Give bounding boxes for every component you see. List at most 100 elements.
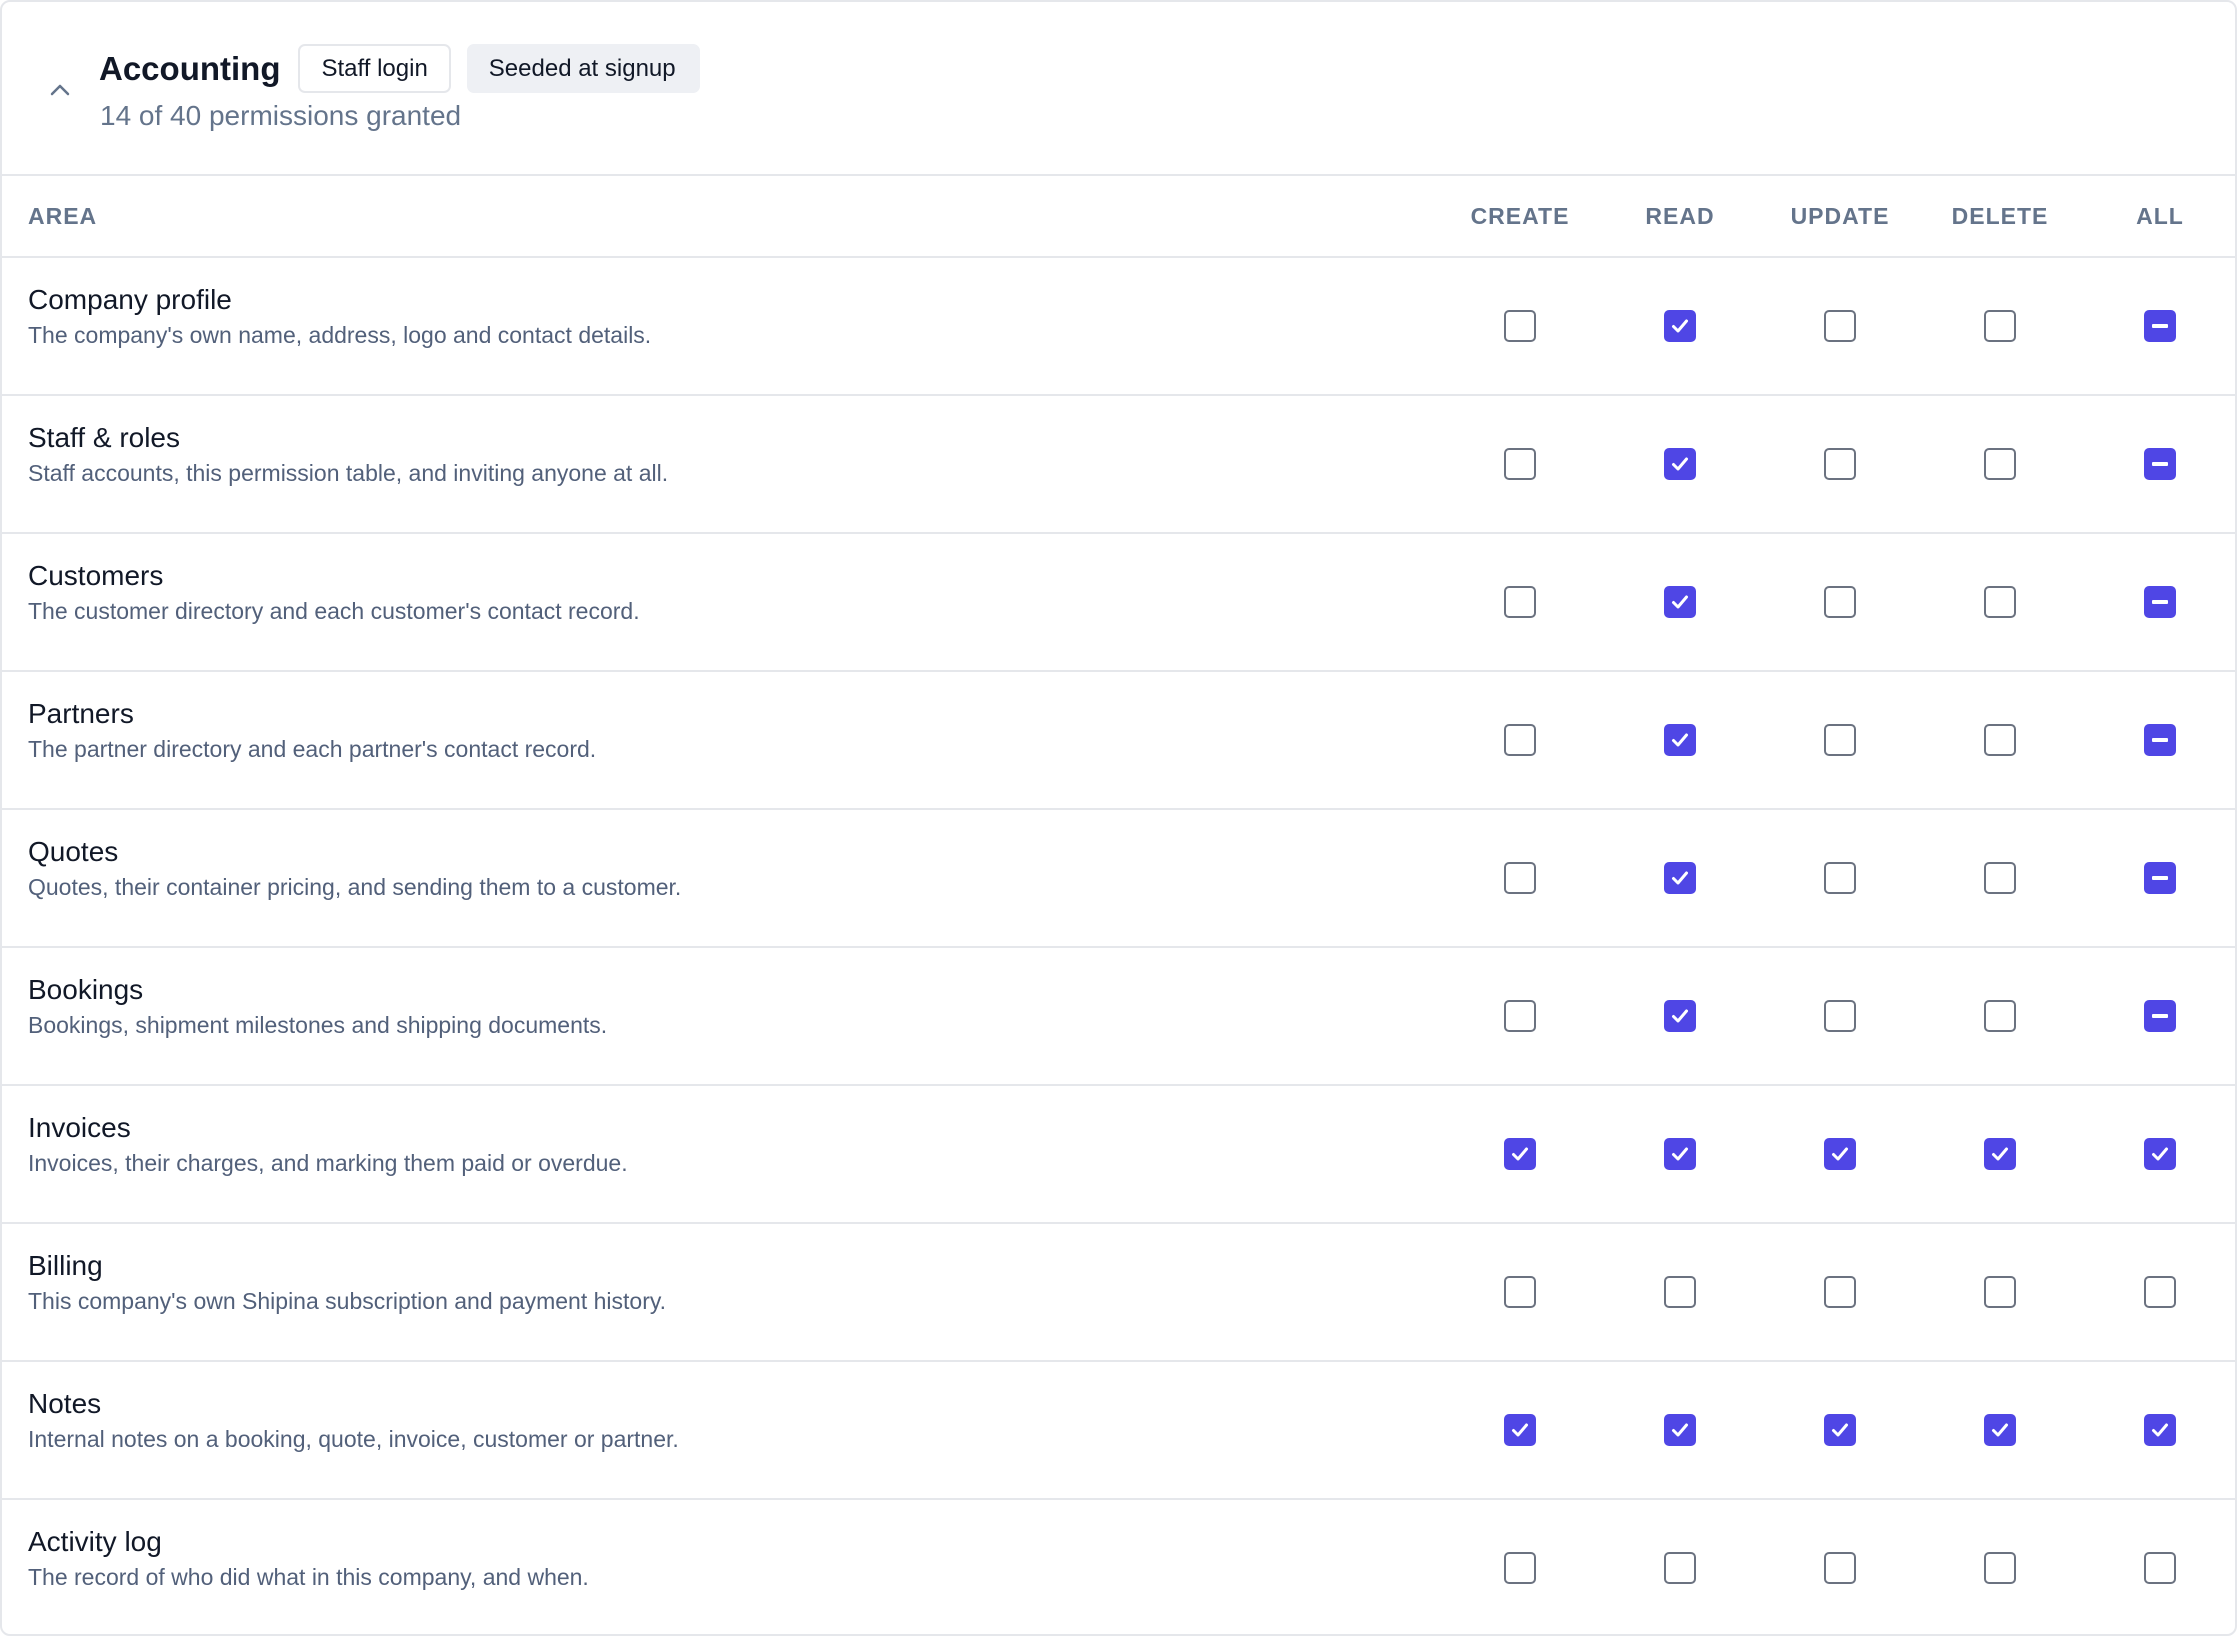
read-checkbox-activity-log[interactable] <box>1664 1552 1696 1584</box>
read-checkbox-customers[interactable] <box>1664 586 1696 618</box>
update-checkbox-activity-log[interactable] <box>1824 1552 1856 1584</box>
read-checkbox-quotes[interactable] <box>1664 862 1696 894</box>
all-checkbox-invoices[interactable] <box>2144 1138 2176 1170</box>
delete-checkbox-staff-and-roles[interactable] <box>1984 448 2016 480</box>
area-name: Invoices <box>28 1112 131 1143</box>
check-icon <box>1832 1423 1848 1437</box>
header-create: CREATE <box>1470 202 1570 229</box>
area-name: Company profile <box>28 284 232 315</box>
read-checkbox-company-profile[interactable] <box>1664 310 1696 342</box>
create-checkbox-company-profile[interactable] <box>1504 310 1536 342</box>
update-checkbox-quotes[interactable] <box>1824 862 1856 894</box>
check-icon <box>2152 1147 2168 1161</box>
table-row: Company profile The company's own name, a… <box>2 258 2235 396</box>
area-description: Bookings, shipment milestones and shippi… <box>28 1012 608 1038</box>
area-name: Staff & roles <box>28 422 181 453</box>
all-checkbox-billing[interactable] <box>2144 1276 2176 1308</box>
header-read: READ <box>1645 202 1715 229</box>
all-checkbox-partners[interactable] <box>2144 724 2176 756</box>
check-icon <box>1512 1147 1528 1161</box>
delete-checkbox-invoices[interactable] <box>1984 1138 2016 1170</box>
create-checkbox-invoices[interactable] <box>1504 1138 1536 1170</box>
role-title: Accounting <box>99 49 281 87</box>
check-icon <box>1672 457 1688 471</box>
role-header: Accounting Staff login Seeded at signup … <box>2 2 2235 176</box>
permissions-summary: 14 of 40 permissions granted <box>100 100 462 131</box>
check-icon <box>1992 1423 2008 1437</box>
update-checkbox-invoices[interactable] <box>1824 1138 1856 1170</box>
area-description: This company's own Shipina subscription … <box>28 1288 667 1314</box>
create-checkbox-billing[interactable] <box>1504 1276 1536 1308</box>
all-checkbox-activity-log[interactable] <box>2144 1552 2176 1584</box>
area-description: The company's own name, address, logo an… <box>28 322 652 348</box>
check-icon <box>1672 1147 1688 1161</box>
area-name: Activity log <box>28 1526 162 1557</box>
delete-checkbox-customers[interactable] <box>1984 586 2016 618</box>
area-description: Staff accounts, this permission table, a… <box>28 460 669 486</box>
check-icon <box>1512 1423 1528 1437</box>
header-area: AREA <box>28 202 98 229</box>
delete-checkbox-billing[interactable] <box>1984 1276 2016 1308</box>
update-checkbox-company-profile[interactable] <box>1824 310 1856 342</box>
table-header: AREA CREATE READ UPDATE DELETE ALL <box>2 176 2235 258</box>
area-description: The customer directory and each customer… <box>28 598 640 624</box>
create-checkbox-quotes[interactable] <box>1504 862 1536 894</box>
check-icon <box>1672 733 1688 747</box>
delete-checkbox-quotes[interactable] <box>1984 862 2016 894</box>
delete-checkbox-activity-log[interactable] <box>1984 1552 2016 1584</box>
update-checkbox-customers[interactable] <box>1824 586 1856 618</box>
read-checkbox-invoices[interactable] <box>1664 1138 1696 1170</box>
staff-login-badge: Staff login <box>298 44 451 93</box>
create-checkbox-bookings[interactable] <box>1504 1000 1536 1032</box>
minus-icon <box>2152 324 2168 328</box>
area-name: Billing <box>28 1250 103 1281</box>
read-checkbox-notes[interactable] <box>1664 1414 1696 1446</box>
area-name: Partners <box>28 698 134 729</box>
read-checkbox-bookings[interactable] <box>1664 1000 1696 1032</box>
seeded-badge: Seeded at signup <box>466 44 700 93</box>
minus-icon <box>2152 738 2168 742</box>
minus-icon <box>2152 600 2168 604</box>
create-checkbox-customers[interactable] <box>1504 586 1536 618</box>
table-row: Notes Internal notes on a booking, quote,… <box>2 1362 2235 1500</box>
header-all: ALL <box>2136 202 2184 229</box>
table-row: Customers The customer directory and each… <box>2 534 2235 672</box>
check-icon <box>2152 1423 2168 1437</box>
table-row: Staff & roles Staff accounts, this permis… <box>2 396 2235 534</box>
table-row: Invoices Invoices, their charges, and mar… <box>2 1086 2235 1224</box>
create-checkbox-notes[interactable] <box>1504 1414 1536 1446</box>
table-row: Activity log The record of who did what i… <box>2 1500 2235 1634</box>
update-checkbox-notes[interactable] <box>1824 1414 1856 1446</box>
role-title-row: Accounting Staff login Seeded at signup <box>99 44 700 93</box>
all-checkbox-quotes[interactable] <box>2144 862 2176 894</box>
delete-checkbox-company-profile[interactable] <box>1984 310 2016 342</box>
all-checkbox-company-profile[interactable] <box>2144 310 2176 342</box>
table-body: Company profile The company's own name, a… <box>2 258 2235 1634</box>
create-checkbox-partners[interactable] <box>1504 724 1536 756</box>
read-checkbox-partners[interactable] <box>1664 724 1696 756</box>
update-checkbox-staff-and-roles[interactable] <box>1824 448 1856 480</box>
read-checkbox-staff-and-roles[interactable] <box>1664 448 1696 480</box>
read-checkbox-billing[interactable] <box>1664 1276 1696 1308</box>
table-row: Quotes Quotes, their container pricing, a… <box>2 810 2235 948</box>
area-name: Customers <box>28 560 164 591</box>
update-checkbox-partners[interactable] <box>1824 724 1856 756</box>
minus-icon <box>2152 876 2168 880</box>
all-checkbox-bookings[interactable] <box>2144 1000 2176 1032</box>
chevron-up-icon <box>50 84 70 96</box>
collapse-button[interactable] <box>42 72 78 108</box>
create-checkbox-staff-and-roles[interactable] <box>1504 448 1536 480</box>
delete-checkbox-partners[interactable] <box>1984 724 2016 756</box>
update-checkbox-bookings[interactable] <box>1824 1000 1856 1032</box>
all-checkbox-notes[interactable] <box>2144 1414 2176 1446</box>
all-checkbox-staff-and-roles[interactable] <box>2144 448 2176 480</box>
header-delete: DELETE <box>1951 202 2049 229</box>
area-name: Quotes <box>28 836 119 867</box>
all-checkbox-customers[interactable] <box>2144 586 2176 618</box>
minus-icon <box>2152 1014 2168 1018</box>
delete-checkbox-bookings[interactable] <box>1984 1000 2016 1032</box>
check-icon <box>1992 1147 2008 1161</box>
delete-checkbox-notes[interactable] <box>1984 1414 2016 1446</box>
update-checkbox-billing[interactable] <box>1824 1276 1856 1308</box>
create-checkbox-activity-log[interactable] <box>1504 1552 1536 1584</box>
